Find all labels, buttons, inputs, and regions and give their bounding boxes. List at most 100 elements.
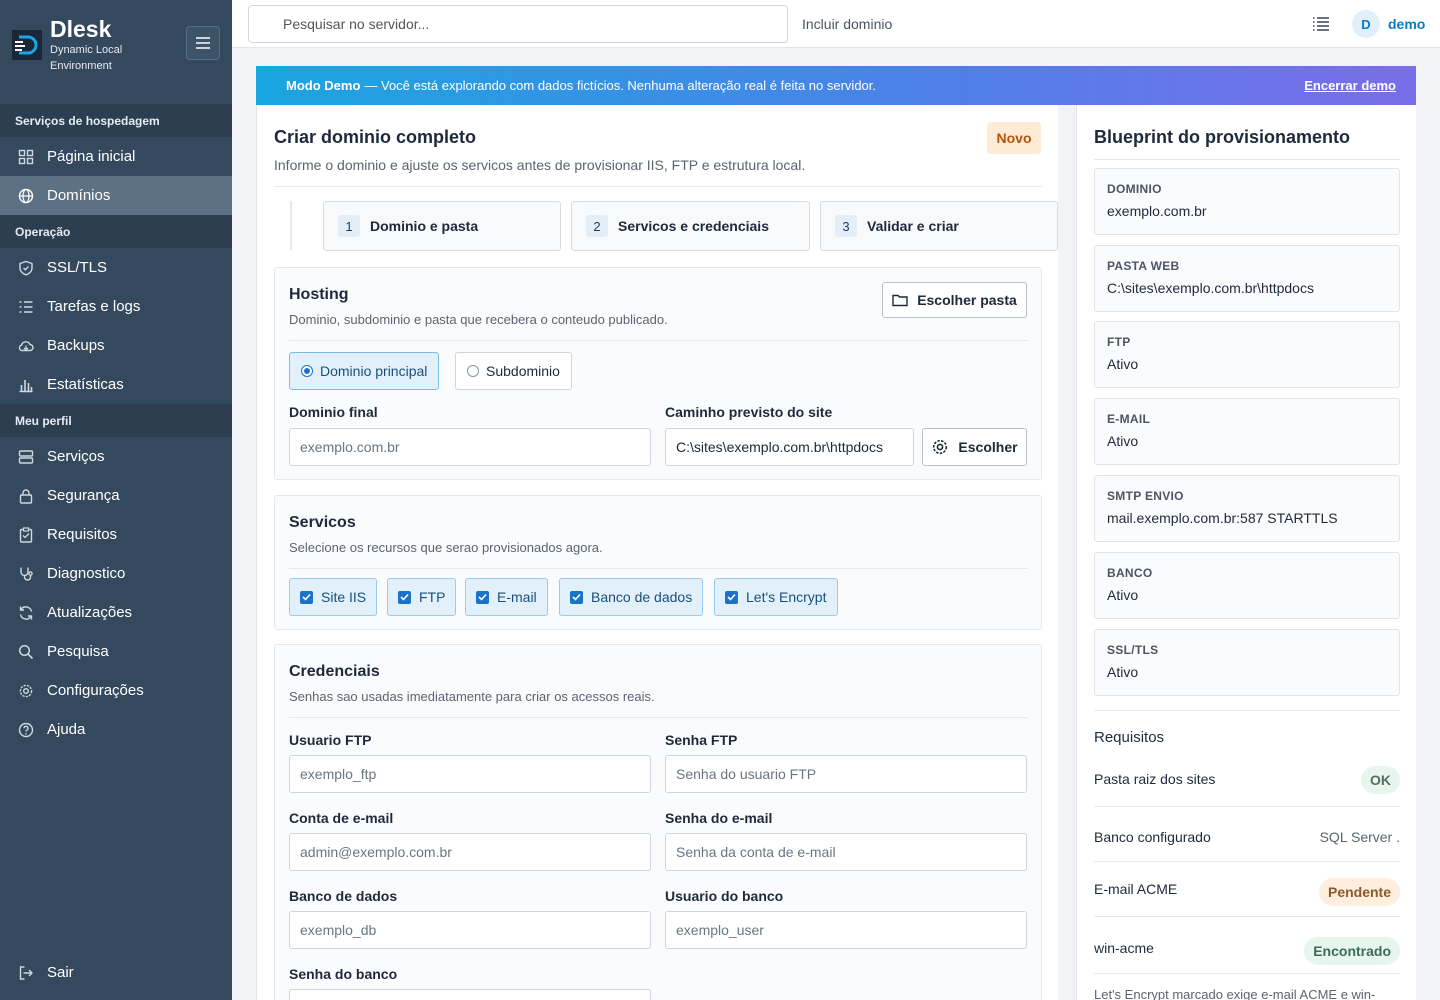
db-password-field[interactable] (289, 989, 651, 1000)
requirement-row: Banco configurado SQL Server . (1094, 829, 1400, 849)
chart-icon (18, 377, 34, 393)
divider (289, 717, 1028, 718)
choose-folder-label: Escolher pasta (917, 292, 1017, 308)
sidebar-item-ssl[interactable]: SSL/TLS (0, 248, 232, 287)
help-icon (18, 722, 34, 738)
sidebar-item-help[interactable]: Ajuda (0, 710, 232, 749)
hosting-title: Hosting (289, 286, 349, 303)
sidebar: Dlesk Dynamic Local Environment Serviços… (0, 0, 232, 1000)
checkbox-label: Let's Encrypt (746, 589, 827, 605)
email-password-field[interactable] (665, 833, 1027, 871)
divider (1094, 861, 1400, 862)
requirement-name: Pasta raiz dos sites (1094, 771, 1216, 787)
menu-toggle-button[interactable] (186, 26, 220, 60)
sidebar-item-home[interactable]: Página inicial (0, 137, 232, 176)
include-domain-link[interactable]: Incluir dominio (802, 16, 892, 32)
step-number: 1 (338, 215, 360, 237)
radio-main-domain[interactable]: Dominio principal (289, 352, 440, 390)
user-menu[interactable]: D demo (1352, 10, 1425, 38)
domain-label: Dominio final (289, 404, 378, 420)
choose-folder-button[interactable]: Escolher pasta (882, 282, 1027, 318)
status-badge: Novo (987, 122, 1041, 154)
checkbox-site-iis[interactable]: Site IIS (289, 578, 378, 616)
blueprint-value: Ativo (1107, 587, 1139, 603)
check-icon (398, 590, 411, 604)
divider (1094, 806, 1400, 807)
checkbox-lets-encrypt[interactable]: Let's Encrypt (714, 578, 838, 616)
cloud-icon (18, 338, 34, 354)
page-subtitle: Informe o dominio e ajuste os servicos a… (274, 157, 806, 173)
divider (1094, 973, 1400, 974)
logout-button[interactable]: Sair (0, 953, 232, 992)
services-desc: Selecione os recursos que serao provisio… (289, 540, 603, 555)
blueprint-value: Ativo (1107, 433, 1139, 449)
ftp-user-field[interactable] (289, 755, 651, 793)
sidebar-item-label: SSL/TLS (47, 259, 108, 276)
db-user-field[interactable] (665, 911, 1027, 949)
radio-subdomain[interactable]: Subdominio (455, 352, 572, 390)
list-icon[interactable] (1312, 16, 1330, 32)
services-panel: Servicos Selecione os recursos que serao… (274, 495, 1042, 630)
steps-rail (290, 201, 292, 250)
checkbox-ftp[interactable]: FTP (387, 578, 457, 616)
divider (289, 568, 1028, 569)
topbar: Incluir dominio D demo (232, 0, 1440, 48)
search-input[interactable] (248, 5, 788, 43)
section-profile: Meu perfil (0, 404, 232, 437)
globe-icon (18, 188, 34, 204)
checkbox-email[interactable]: E-mail (465, 578, 548, 616)
avatar: D (1352, 10, 1380, 38)
sidebar-item-diagnostic[interactable]: Diagnostico (0, 554, 232, 593)
sidebar-item-settings[interactable]: Configurações (0, 671, 232, 710)
site-path-field[interactable] (665, 428, 914, 466)
requirement-value: SQL Server . (1319, 829, 1400, 845)
checkbox-database[interactable]: Banco de dados (559, 578, 704, 616)
choose-button[interactable]: Escolher (922, 428, 1027, 466)
requirement-name: Banco configurado (1094, 829, 1211, 845)
blueprint-item-webroot: PASTA WEB C:\sites\exemplo.com.br\httpdo… (1094, 245, 1400, 312)
sidebar-item-stats[interactable]: Estatísticas (0, 365, 232, 404)
sidebar-item-security[interactable]: Segurança (0, 476, 232, 515)
step-number: 2 (586, 215, 608, 237)
step-2[interactable]: 2 Servicos e credenciais (571, 201, 810, 251)
logout-label: Sair (47, 964, 74, 981)
sidebar-item-backups[interactable]: Backups (0, 326, 232, 365)
blueprint-item-ftp: FTP Ativo (1094, 321, 1400, 388)
credentials-title: Credenciais (289, 663, 380, 680)
sidebar-item-updates[interactable]: Atualizações (0, 593, 232, 632)
sidebar-item-requirements[interactable]: Requisitos (0, 515, 232, 554)
blueprint-key: SSL/TLS (1107, 643, 1159, 657)
domain-field[interactable] (289, 428, 651, 466)
credentials-panel: Credenciais Senhas sao usadas imediatame… (274, 644, 1042, 1000)
database-field[interactable] (289, 911, 651, 949)
sidebar-item-label: Página inicial (47, 148, 136, 165)
sidebar-item-domains[interactable]: Domínios (0, 176, 232, 215)
step-3[interactable]: 3 Validar e criar (820, 201, 1058, 251)
sidebar-item-label: Atualizações (47, 604, 133, 621)
step-label: Validar e criar (867, 218, 959, 234)
sidebar-item-services[interactable]: Serviços (0, 437, 232, 476)
divider (274, 186, 1042, 187)
checkbox-label: Banco de dados (591, 589, 693, 605)
check-icon (476, 590, 489, 604)
ftp-password-field[interactable] (665, 755, 1027, 793)
sidebar-item-label: Estatísticas (47, 376, 124, 393)
shield-icon (18, 260, 34, 276)
sidebar-item-tasks[interactable]: Tarefas e logs (0, 287, 232, 326)
ftp-pass-label: Senha FTP (665, 732, 738, 748)
status-badge: OK (1361, 766, 1400, 794)
status-badge: Pendente (1318, 878, 1400, 906)
username: demo (1388, 16, 1426, 32)
email-field[interactable] (289, 833, 651, 871)
sidebar-item-label: Ajuda (47, 721, 86, 738)
logo-icon (12, 30, 42, 60)
check-icon (725, 590, 738, 604)
step-1[interactable]: 1 Dominio e pasta (323, 201, 561, 251)
blueprint-item-email: E-MAIL Ativo (1094, 398, 1400, 465)
sidebar-item-search[interactable]: Pesquisa (0, 632, 232, 671)
folder-icon (892, 294, 908, 307)
requirements-note: Let's Encrypt marcado exige e-mail ACME … (1094, 987, 1376, 1000)
stethoscope-icon (18, 566, 34, 582)
hosting-desc: Dominio, subdominio e pasta que recebera… (289, 312, 668, 327)
end-demo-link[interactable]: Encerrar demo (1304, 78, 1396, 93)
